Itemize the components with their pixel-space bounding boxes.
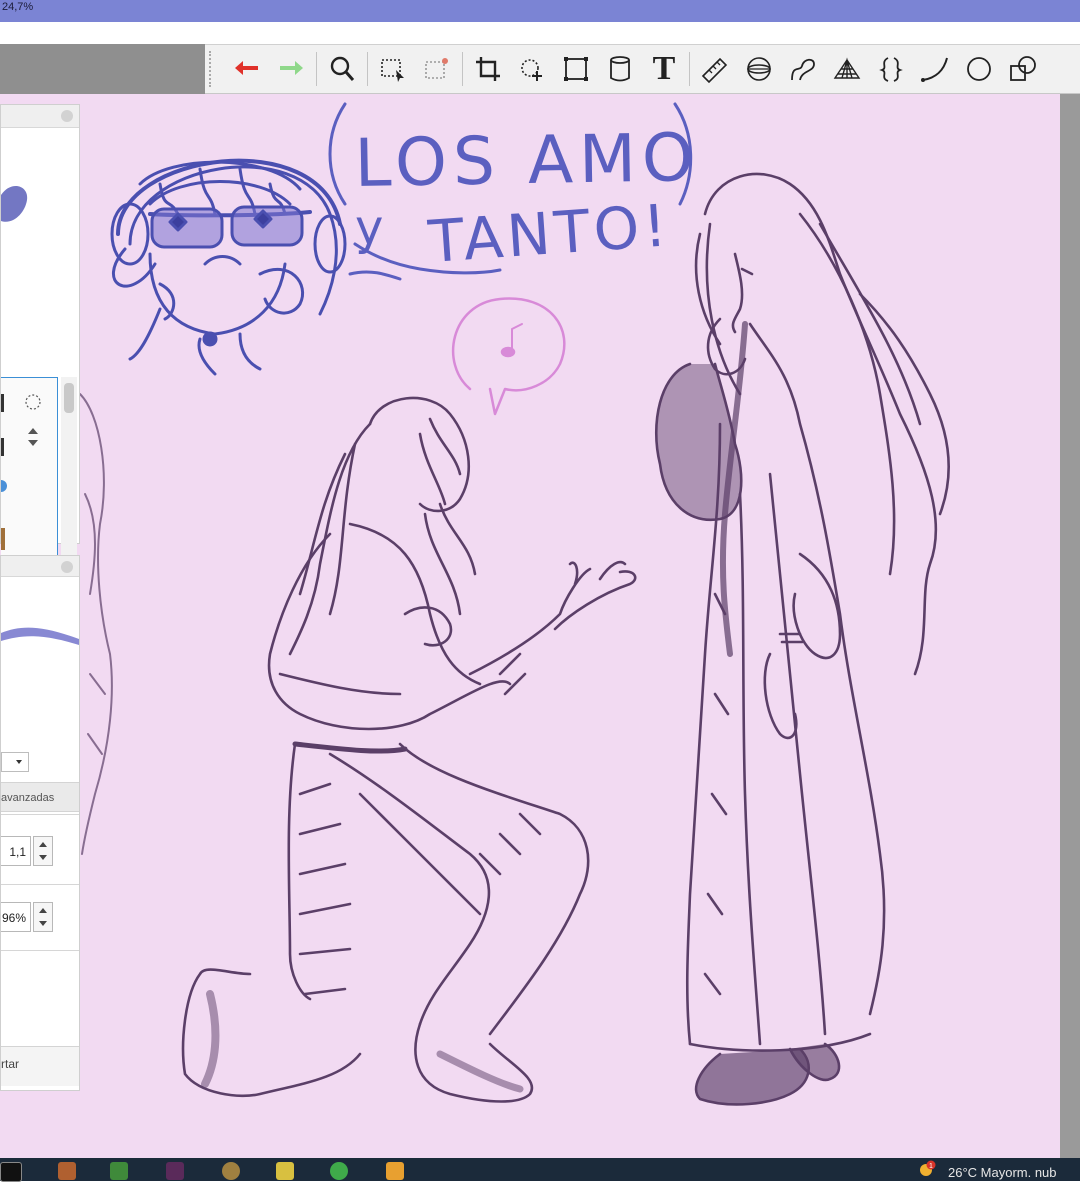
arc-button[interactable] — [915, 49, 955, 89]
canvas-vertical-scrollbar[interactable] — [1060, 94, 1080, 1158]
stroke-preview — [1, 627, 79, 645]
music-bubble — [451, 297, 566, 416]
arc-icon — [921, 57, 948, 82]
ellipse-ruler-icon — [747, 57, 771, 81]
app-icon[interactable] — [222, 1162, 240, 1180]
weather-icon[interactable]: 1 — [918, 1160, 936, 1178]
standing-figure — [654, 172, 950, 1106]
menu-strip — [0, 22, 1080, 44]
partial-figure — [79, 393, 113, 855]
redo-button[interactable] — [271, 49, 311, 89]
advanced-settings-label[interactable]: avanzadas — [1, 782, 79, 812]
kneeling-figure — [181, 396, 637, 1103]
cut-button[interactable]: rtar — [1, 1046, 79, 1086]
app-icon[interactable] — [166, 1162, 184, 1180]
crop-icon — [476, 57, 500, 81]
epic-games-icon[interactable] — [0, 1162, 22, 1182]
app-icon[interactable] — [276, 1162, 294, 1180]
minecraft-icon[interactable] — [110, 1162, 128, 1180]
perspective-icon — [833, 57, 861, 79]
text-button[interactable]: T — [644, 49, 684, 89]
select-magic-icon — [425, 58, 448, 79]
undo-button[interactable] — [227, 49, 267, 89]
up-down-icon — [28, 428, 38, 446]
text-icon: T — [652, 50, 676, 87]
speech-line-1: LOS AMO — [354, 119, 701, 202]
toolbar-separator — [689, 52, 690, 86]
ruler-icon — [701, 57, 728, 84]
curve-button[interactable] — [783, 49, 823, 89]
bucket-icon — [610, 56, 630, 82]
taskbar: 1 26°C Mayorm. nub — [0, 1158, 1080, 1182]
circle-button[interactable] — [959, 49, 999, 89]
select-magic-button[interactable] — [417, 49, 457, 89]
ellipse-ruler-button[interactable] — [739, 49, 779, 89]
ruler-button[interactable] — [695, 49, 735, 89]
artwork: LOS AMO TANTO! y — [79, 102, 950, 1106]
app-icon[interactable] — [58, 1162, 76, 1180]
brush-dropdown[interactable] — [1, 752, 29, 772]
toolbar-separator — [367, 52, 368, 86]
move-icon — [521, 59, 542, 81]
zoom-level: 24,7% — [2, 1, 34, 13]
chibi-doodle — [110, 158, 347, 376]
stroke-value-stepper[interactable] — [33, 836, 53, 866]
zoom-button[interactable] — [322, 49, 362, 89]
opacity-value-field[interactable]: 96% — [1, 902, 31, 932]
perspective-button[interactable] — [827, 49, 867, 89]
toolbar-grip[interactable] — [209, 51, 225, 87]
dotted-circle-icon — [25, 394, 41, 410]
undo-icon — [235, 61, 258, 75]
bucket-button[interactable] — [600, 49, 640, 89]
speech-line-2: TANTO! — [425, 191, 672, 276]
select-rect-icon — [381, 59, 404, 82]
stroke-value-field[interactable]: 1,1 — [1, 836, 31, 866]
select-rect-button[interactable] — [373, 49, 413, 89]
stroke-panel: avanzadas 1,1 96% rtar — [0, 555, 80, 1091]
brush-panel — [0, 104, 80, 639]
circle-icon — [967, 57, 991, 81]
chevron-down-icon — [16, 760, 22, 764]
toolbar-empty-area — [0, 44, 205, 94]
panel-divider — [1, 814, 79, 815]
redo-icon — [280, 61, 303, 75]
panel-divider — [1, 884, 79, 885]
panel-divider — [1, 950, 79, 951]
notification-count: 1 — [929, 1163, 933, 1170]
symmetry-button[interactable] — [871, 49, 911, 89]
weather-label[interactable]: 26°C Mayorm. nub — [948, 1165, 1057, 1180]
app-icon[interactable] — [330, 1162, 348, 1180]
title-bar: 24,7% — [0, 0, 1080, 22]
speech-line-3: y — [355, 200, 383, 256]
zoom-icon — [330, 56, 355, 81]
shape-button[interactable] — [1003, 49, 1043, 89]
move-button[interactable] — [512, 49, 552, 89]
transform-icon — [564, 57, 588, 81]
symmetry-icon — [879, 57, 903, 82]
crop-button[interactable] — [468, 49, 508, 89]
opacity-value-stepper[interactable] — [33, 902, 53, 932]
toolbar-separator — [316, 52, 317, 86]
app-icon[interactable] — [386, 1162, 404, 1180]
panel-close-icon[interactable] — [61, 110, 73, 122]
curve-icon — [791, 58, 815, 81]
brush-preview — [1, 185, 28, 222]
toolbar-separator — [462, 52, 463, 86]
main-toolbar: T — [205, 44, 1080, 94]
panel-close-icon[interactable] — [61, 561, 73, 573]
transform-button[interactable] — [556, 49, 596, 89]
shape-icon — [1010, 56, 1036, 81]
